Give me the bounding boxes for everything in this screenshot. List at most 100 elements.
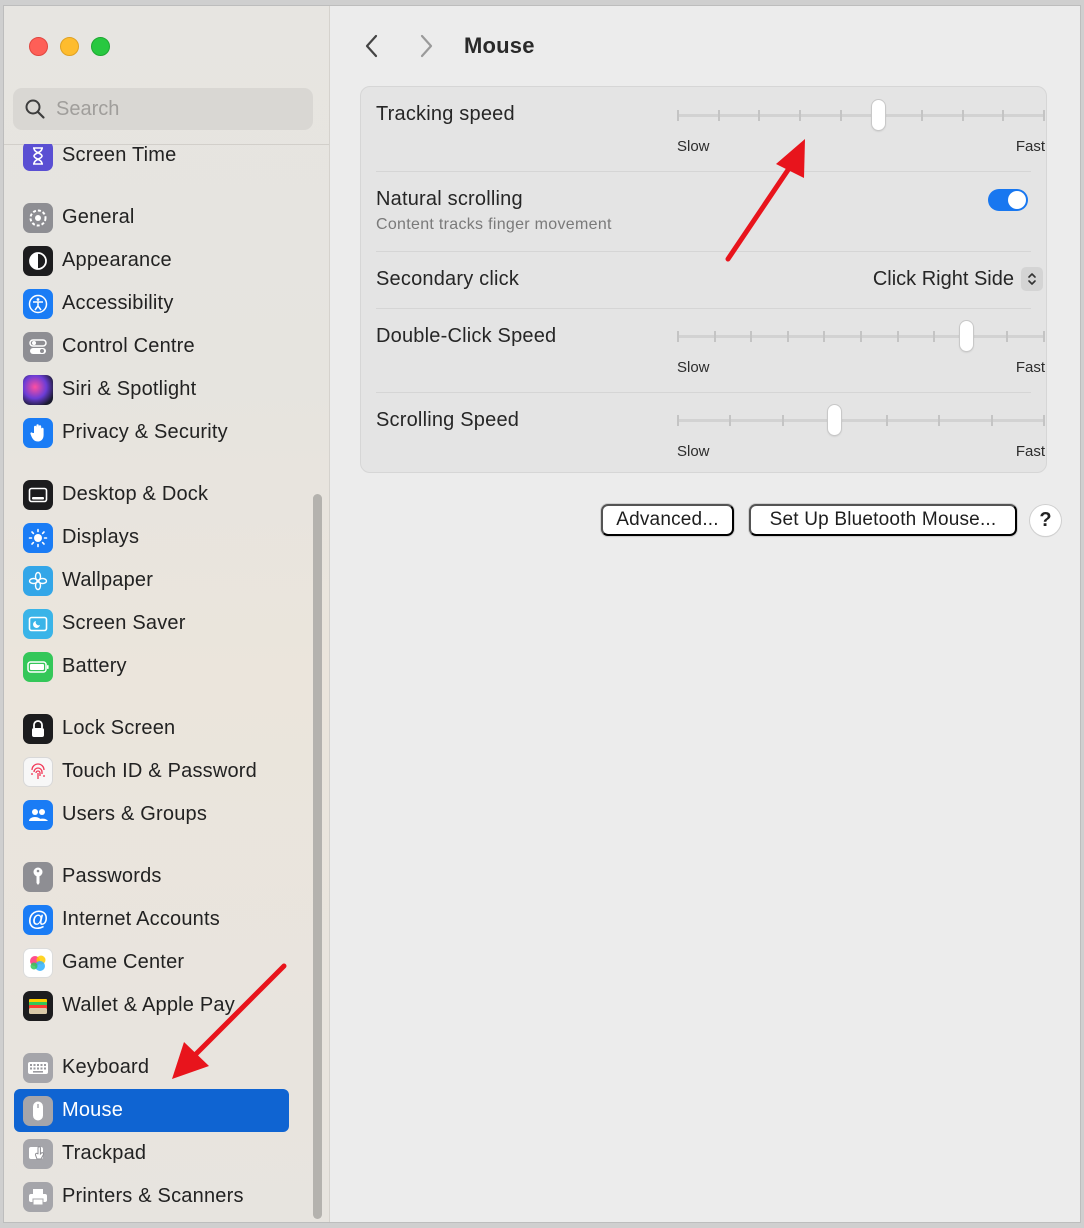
slider-tick: [990, 415, 993, 426]
accessibility-icon: [23, 288, 53, 319]
zoom-window-button[interactable]: [91, 37, 110, 56]
forward-button[interactable]: [414, 32, 438, 60]
slider-max-label: Fast: [1015, 443, 1045, 460]
advanced-button[interactable]: Advanced...: [601, 504, 734, 536]
slider-tick: [896, 331, 899, 342]
slider-tick: [1006, 331, 1009, 342]
scrolling-speed-label: Scrolling Speed: [376, 409, 520, 431]
dock-icon: [23, 479, 53, 510]
minimize-window-button[interactable]: [60, 37, 79, 56]
close-window-button[interactable]: [29, 37, 48, 56]
scrolling-speed-row: Scrolling Speed Slow Fast: [361, 393, 1046, 473]
slider-thumb[interactable]: [960, 321, 974, 351]
sidebar-item-label: General: [62, 206, 135, 228]
slider-tick: [961, 110, 964, 121]
sidebar-item-printers-scanners[interactable]: Printers & Scanners: [14, 1175, 289, 1218]
chevron-left-icon: [365, 34, 378, 58]
sidebar-item-wallet-apple-pay[interactable]: Wallet & Apple Pay: [14, 984, 289, 1027]
slider-tick: [933, 331, 936, 342]
sidebar-item-displays[interactable]: Displays: [14, 516, 289, 559]
lock-icon: [23, 713, 53, 744]
slider-tick: [677, 110, 679, 121]
slider-min-label: Slow: [677, 138, 710, 155]
sidebar-item-label: Screen Saver: [62, 612, 186, 634]
sidebar-item-internet-accounts[interactable]: @ Internet Accounts: [14, 898, 289, 941]
system-settings-window: Screen Time General Appearance: [3, 5, 1081, 1223]
sidebar-item-control-centre[interactable]: Control Centre: [14, 325, 289, 368]
sidebar-item-wallpaper[interactable]: Wallpaper: [14, 559, 289, 602]
sidebar-item-appearance[interactable]: Appearance: [14, 239, 289, 282]
sidebar-item-siri-spotlight[interactable]: Siri & Spotlight: [14, 368, 289, 411]
sidebar-item-screen-time[interactable]: Screen Time: [14, 144, 289, 177]
tracking-speed-label: Tracking speed: [376, 103, 515, 125]
sidebar-scrollbar[interactable]: [313, 494, 322, 1219]
sidebar-item-lock-screen[interactable]: Lock Screen: [14, 707, 289, 750]
search-input[interactable]: [54, 96, 298, 122]
slider-thumb[interactable]: [872, 100, 886, 130]
control-centre-icon: [23, 331, 53, 362]
natural-scrolling-toggle[interactable]: [988, 189, 1028, 211]
siri-icon: [23, 374, 53, 405]
help-button[interactable]: ?: [1030, 505, 1061, 536]
tracking-speed-slider[interactable]: Slow Fast: [677, 100, 1047, 155]
sidebar-item-label: Passwords: [62, 865, 162, 887]
slider-tick: [1002, 110, 1005, 121]
sidebar-item-users-groups[interactable]: Users & Groups: [14, 793, 289, 836]
slider-tick: [860, 331, 862, 342]
slider-tick: [1043, 331, 1045, 342]
updown-chevron-icon[interactable]: [1021, 267, 1043, 291]
hand-icon: [23, 417, 53, 448]
sidebar-item-touch-id-password[interactable]: Touch ID & Password: [14, 750, 289, 793]
sidebar-item-privacy-security[interactable]: Privacy & Security: [14, 411, 289, 454]
gear-icon: [23, 202, 53, 233]
search-icon: [25, 99, 45, 119]
sidebar-item-label: Desktop & Dock: [62, 483, 209, 505]
natural-scrolling-description: Content tracks finger movement: [376, 216, 612, 233]
sidebar-item-mouse[interactable]: Mouse: [14, 1089, 289, 1132]
double-click-speed-slider[interactable]: Slow Fast: [677, 321, 1047, 376]
sidebar-item-keyboard[interactable]: Keyboard: [14, 1046, 289, 1089]
slider-tick: [921, 110, 923, 121]
sidebar-item-label: Lock Screen: [62, 717, 176, 739]
slider-min-label: Slow: [677, 359, 710, 376]
slider-tick: [938, 415, 941, 426]
tracking-speed-row: Tracking speed Slow Fast: [361, 87, 1046, 171]
slider-max-label: Fast: [1015, 138, 1045, 155]
hourglass-icon: [23, 144, 53, 171]
sidebar-item-desktop-dock[interactable]: Desktop & Dock: [14, 473, 289, 516]
secondary-click-popup[interactable]: Click Right Side: [873, 268, 1014, 291]
slider-tick: [781, 415, 784, 426]
sidebar: Screen Time General Appearance: [4, 6, 330, 1222]
sidebar-item-label: Battery: [62, 655, 127, 677]
sidebar-item-label: Mouse: [62, 1099, 124, 1121]
slider-tick: [786, 331, 789, 342]
sidebar-item-trackpad[interactable]: Trackpad: [14, 1132, 289, 1175]
sidebar-item-label: Wallpaper: [62, 569, 154, 591]
sidebar-item-game-center[interactable]: Game Center: [14, 941, 289, 984]
scrolling-speed-slider[interactable]: Slow Fast: [677, 405, 1047, 460]
sidebar-item-label: Keyboard: [62, 1056, 150, 1078]
search-field[interactable]: [13, 88, 313, 130]
slider-tick: [750, 331, 753, 342]
sidebar-item-battery[interactable]: Battery: [14, 645, 289, 688]
sidebar-item-accessibility[interactable]: Accessibility: [14, 282, 289, 325]
main-content: Mouse Tracking speed Slow Fast Natural s…: [330, 6, 1080, 1222]
sidebar-item-label: Screen Time: [62, 144, 177, 166]
sidebar-list: Screen Time General Appearance Accessibi…: [4, 144, 316, 1222]
back-button[interactable]: [360, 32, 384, 60]
slider-tick: [677, 415, 679, 426]
window-controls: [29, 37, 110, 56]
sidebar-item-label: Internet Accounts: [62, 908, 220, 930]
mouse-icon: [23, 1095, 53, 1126]
game-center-icon: [23, 947, 53, 978]
at-icon: @: [23, 904, 53, 935]
sidebar-item-screen-saver[interactable]: Screen Saver: [14, 602, 289, 645]
slider-tick: [729, 415, 732, 426]
sidebar-item-general[interactable]: General: [14, 196, 289, 239]
setup-bluetooth-mouse-button[interactable]: Set Up Bluetooth Mouse...: [749, 504, 1017, 536]
double-click-speed-row: Double-Click Speed Slow Fast: [361, 309, 1046, 392]
sidebar-item-passwords[interactable]: Passwords: [14, 855, 289, 898]
slider-thumb[interactable]: [828, 405, 842, 435]
trackpad-icon: [23, 1138, 53, 1169]
page-title: Mouse: [464, 33, 535, 58]
